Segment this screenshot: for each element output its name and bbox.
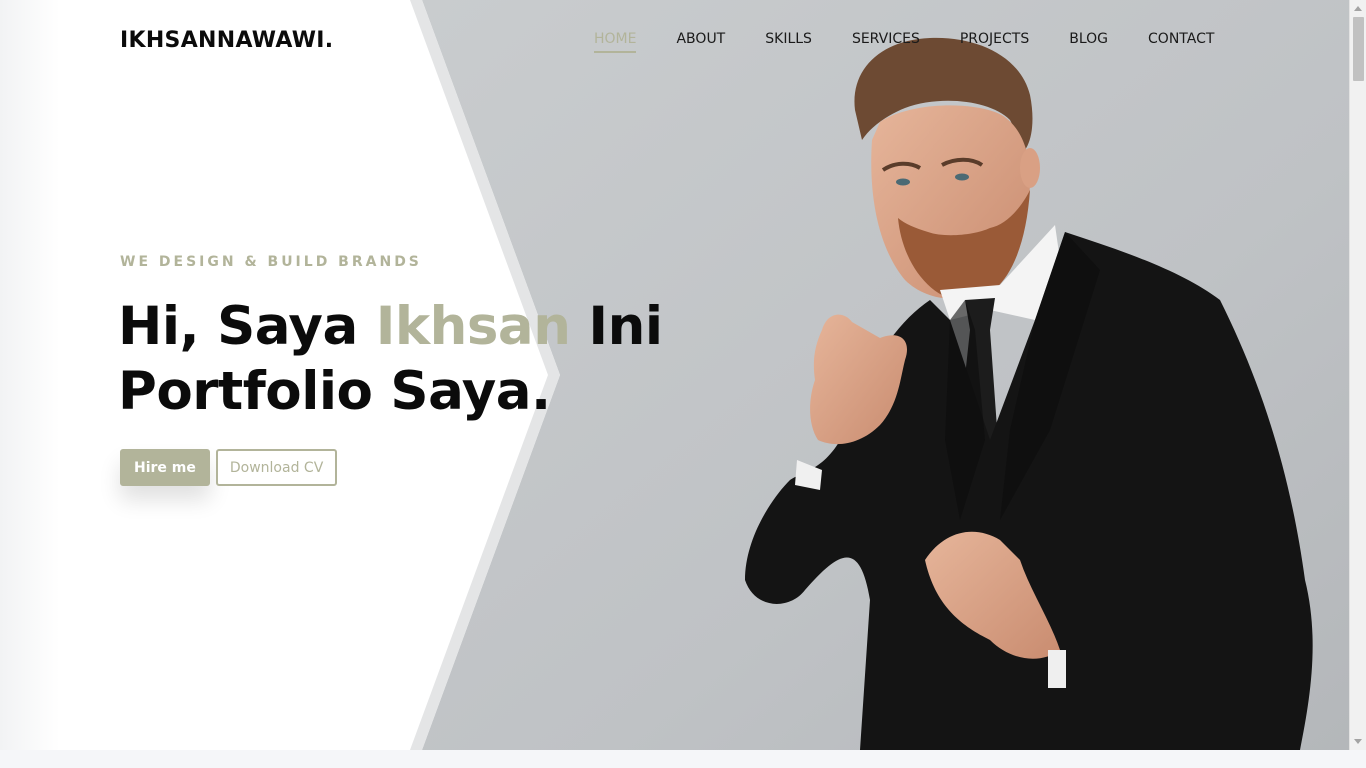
nav-about[interactable]: ABOUT — [676, 31, 725, 53]
headline-accent-name: Ikhsan — [375, 296, 571, 357]
nav-services[interactable]: SERVICES — [852, 31, 920, 53]
scroll-thumb[interactable] — [1353, 17, 1364, 81]
nav-projects[interactable]: PROJECTS — [960, 31, 1029, 53]
download-cv-button[interactable]: Download CV — [215, 449, 338, 486]
nav-contact[interactable]: CONTACT — [1148, 31, 1214, 53]
headline-line2: Portfolio Saya. — [118, 361, 551, 422]
headline-part2: Ini — [570, 296, 663, 357]
scroll-up-icon[interactable] — [1354, 6, 1362, 11]
logo[interactable]: IKHSANNAWAWI. — [120, 28, 333, 53]
nav-skills[interactable]: SKILLS — [765, 31, 812, 53]
next-section-edge — [0, 750, 1366, 768]
nav-home[interactable]: HOME — [594, 31, 637, 53]
hire-me-button[interactable]: Hire me — [120, 449, 210, 486]
main-nav: HOME ABOUT SKILLS SERVICES PROJECTS BLOG… — [594, 31, 1214, 53]
scroll-down-icon[interactable] — [1354, 739, 1362, 744]
headline-part1: Hi, Saya — [118, 296, 376, 357]
nav-blog[interactable]: BLOG — [1069, 31, 1108, 53]
hero-section: IKHSANNAWAWI. HOME ABOUT SKILLS SERVICES… — [0, 0, 1349, 750]
hero-tagline: WE DESIGN & BUILD BRANDS — [120, 254, 422, 270]
page-scrollbar[interactable] — [1349, 0, 1366, 750]
hero-buttons: Hire me Download CV — [120, 449, 338, 486]
hero-headline: Hi, Saya Ikhsan Ini Portfolio Saya. — [118, 294, 663, 424]
